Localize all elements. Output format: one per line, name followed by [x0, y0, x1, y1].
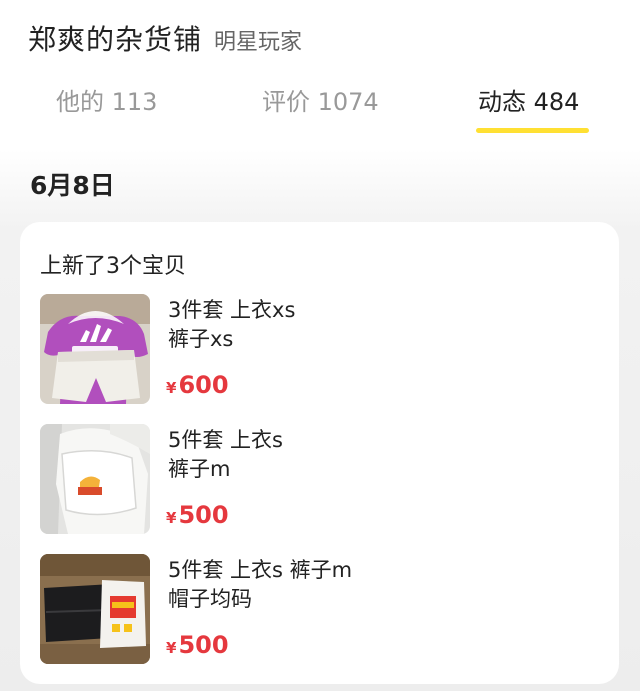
- price-value: 500: [178, 501, 229, 529]
- profile-tabs: 他的 113 评价 1074 动态 484: [0, 82, 640, 142]
- adidas-outfit-image: [40, 294, 150, 404]
- feed-date: 6月8日: [30, 171, 115, 200]
- tab-reviews[interactable]: 评价 1074: [262, 82, 379, 117]
- item-description: 5件套 上衣s 裤子m 帽子均码: [168, 558, 353, 611]
- list-item[interactable]: 3件套 上衣xs 裤子xs ¥600: [40, 294, 600, 406]
- item-description: 3件套 上衣xs 裤子xs: [168, 298, 296, 351]
- shop-name: 郑爽的杂货铺: [28, 23, 203, 56]
- currency-symbol: ¥: [166, 509, 177, 527]
- price-value: 600: [178, 371, 229, 399]
- item-thumbnail[interactable]: [40, 294, 150, 404]
- list-item[interactable]: 5件套 上衣s 裤子m ¥500: [40, 424, 600, 536]
- card-title: 上新了3个宝贝: [40, 254, 186, 279]
- currency-symbol: ¥: [166, 379, 177, 397]
- item-price: ¥500: [166, 501, 229, 529]
- currency-symbol: ¥: [166, 639, 177, 657]
- active-tab-indicator: [476, 128, 589, 133]
- item-thumbnail[interactable]: [40, 424, 150, 534]
- feed-card[interactable]: 上新了3个宝贝 3件套 上衣xs 裤子xs ¥600 5件套 上衣s 裤子m ¥…: [20, 222, 619, 684]
- item-price: ¥500: [166, 631, 229, 659]
- item-description: 5件套 上衣s 裤子m: [168, 428, 283, 481]
- item-thumbnail[interactable]: [40, 554, 150, 664]
- black-pants-image: [40, 554, 150, 664]
- shop-header: 郑爽的杂货铺 明星玩家: [28, 18, 302, 58]
- white-outfit-image: [40, 424, 150, 534]
- item-price: ¥600: [166, 371, 229, 399]
- tab-activity[interactable]: 动态 484: [478, 82, 579, 117]
- list-item[interactable]: 5件套 上衣s 裤子m 帽子均码 ¥500: [40, 554, 600, 666]
- shop-tag[interactable]: 明星玩家: [214, 24, 302, 56]
- price-value: 500: [178, 631, 229, 659]
- tab-his-items[interactable]: 他的 113: [56, 82, 157, 117]
